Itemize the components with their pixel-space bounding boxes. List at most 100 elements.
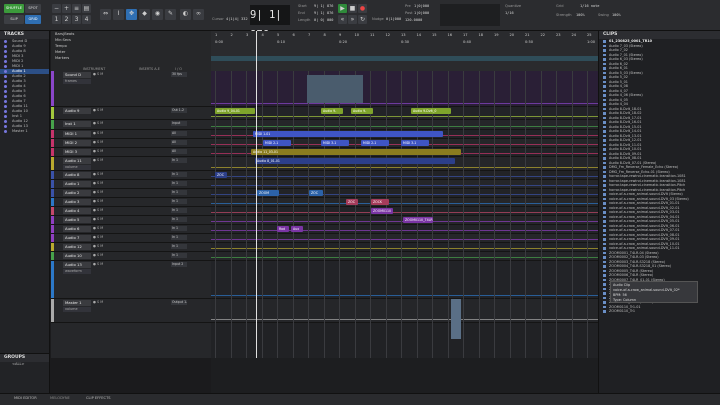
track-header[interactable]: Inst 1 ● S M Input <box>51 120 211 130</box>
post-roll-value[interactable]: 1|0|000 <box>414 11 429 15</box>
track-header[interactable]: MIDI 2 ● S M All <box>51 139 211 148</box>
track-rec-solo-mute-icons[interactable]: ● S M <box>93 253 103 257</box>
region-clip[interactable]: ZOOM <box>257 190 279 196</box>
waveform-zoom-icon[interactable]: ≡ <box>72 4 81 13</box>
track-rec-solo-mute-icons[interactable]: ● S M <box>93 190 103 194</box>
tempo-value[interactable]: 120.0000 <box>405 18 422 22</box>
tab-melodyne[interactable]: MELODYNE <box>50 396 70 400</box>
grid-mode-button[interactable]: GRID <box>25 15 41 24</box>
region-clip[interactable]: Audio 9_04-01 <box>215 108 255 114</box>
start-value[interactable]: 9| 1| 876 <box>314 4 333 8</box>
midi-zoom-icon[interactable]: ▤ <box>82 4 91 13</box>
track-name[interactable]: Sound D <box>63 72 91 78</box>
track-rec-solo-mute-icons[interactable]: ● S M <box>93 131 103 135</box>
track-header[interactable]: Audio 6 ● S M In 1 <box>51 225 211 234</box>
track-header[interactable]: Audio 10 ● S M In 1 <box>51 252 211 261</box>
zoom-in-icon[interactable]: + <box>62 4 71 13</box>
track-name[interactable]: Audio 11 <box>63 158 91 164</box>
region-clip[interactable]: MIDI 1-01 <box>253 131 443 137</box>
track-header[interactable]: Master 1● S Mvolume Output 1-2 <box>51 299 211 323</box>
track-rec-solo-mute-icons[interactable]: ● S M <box>93 181 103 185</box>
strength-value[interactable]: 100% <box>576 13 585 17</box>
track-io-selector[interactable]: In 1 <box>171 226 187 231</box>
track-header[interactable]: MIDI 3 ● S M All <box>51 148 211 157</box>
ruler-label[interactable]: Markers <box>55 55 69 62</box>
region-clip[interactable]: ZOC <box>215 172 227 178</box>
track-io-selector[interactable]: All <box>171 140 187 145</box>
rewind-icon[interactable]: « <box>338 15 347 24</box>
region-clip[interactable]: Rod <box>277 226 289 232</box>
zoom-out-icon[interactable]: − <box>52 4 61 13</box>
edit-window[interactable]: Audio 9_04-01 Audio 9- Audio 9- Audio 9-Dvl… <box>211 71 598 358</box>
stop-icon[interactable]: ■ <box>348 4 357 13</box>
track-rec-solo-mute-icons[interactable]: ● S M <box>93 300 103 304</box>
length-value[interactable]: 0| 0| 000 <box>314 18 333 22</box>
track-name[interactable]: Audio 5 <box>63 217 91 223</box>
grabber-tool-icon[interactable]: ✥ <box>126 9 137 20</box>
tab-clip-effects[interactable]: CLIP EFFECTS <box>86 396 111 400</box>
shuffle-mode-button[interactable]: SHUFFLE <box>4 4 24 13</box>
trim-tool-icon[interactable]: ⇔ <box>100 9 111 20</box>
selector-tool-icon[interactable]: I <box>113 9 124 20</box>
track-io-selector[interactable]: In 1 <box>171 199 187 204</box>
track-name[interactable]: Audio 12 <box>63 244 91 250</box>
region-clip[interactable]: Audio 9-Dvlt_0 <box>411 108 451 114</box>
track-name[interactable]: Audio 1 <box>63 181 91 187</box>
track-io-selector[interactable]: In 1 <box>171 158 187 163</box>
region-clip[interactable]: MIDI 3-1 <box>401 140 429 146</box>
track-io-selector[interactable]: Output 1-2 <box>171 300 187 305</box>
region-clip[interactable]: ZOOM0110 <box>371 208 393 214</box>
track-io-selector[interactable]: In 1 <box>171 253 187 258</box>
track-header[interactable]: Audio 8 ● S M In 1 <box>51 171 211 180</box>
track-io-selector[interactable]: In 1 <box>171 181 187 186</box>
track-io-selector[interactable]: In 1 <box>171 208 187 213</box>
track-view-selector[interactable]: volume <box>63 307 91 312</box>
track-rec-solo-mute-icons[interactable]: ● S M <box>93 208 103 212</box>
track-io-selector[interactable]: All <box>171 149 187 154</box>
link-icon[interactable]: ∞ <box>193 9 204 20</box>
play-icon[interactable]: ▶ <box>338 4 347 13</box>
region-clip[interactable]: Aux <box>291 226 303 232</box>
track-rec-solo-mute-icons[interactable]: ● S M <box>93 108 103 112</box>
track-io-selector[interactable]: 30 fps <box>171 72 187 77</box>
region-clip[interactable]: MIDI 2-1 <box>361 140 389 146</box>
track-header[interactable]: Audio 7 ● S M In 1 <box>51 234 211 243</box>
track-rec-solo-mute-icons[interactable]: ● S M <box>93 235 103 239</box>
track-name[interactable]: Audio 10 <box>63 253 91 259</box>
pre-roll-value[interactable]: 1|0|000 <box>414 4 429 8</box>
scrubber-tool-icon[interactable]: ◉ <box>152 9 163 20</box>
preset-4-icon[interactable]: 4 <box>82 15 91 24</box>
track-io-selector[interactable]: In 1 <box>171 190 187 195</box>
track-header[interactable]: Audio 4 ● S M In 1 <box>51 207 211 216</box>
track-view-selector[interactable]: frames <box>63 79 91 84</box>
track-name[interactable]: MIDI 2 <box>63 140 91 146</box>
track-view-selector[interactable]: volume <box>63 165 91 170</box>
pencil-tool-icon[interactable]: ✎ <box>165 9 176 20</box>
nudge-value[interactable]: 0|1|000 <box>386 17 401 21</box>
tracks-list-item[interactable]: Master 1 <box>0 129 49 134</box>
region-clip[interactable]: ZOC <box>309 190 323 196</box>
slip-mode-button[interactable]: SLIP <box>4 15 24 24</box>
track-rec-solo-mute-icons[interactable]: ● S M <box>93 262 103 266</box>
track-header[interactable]: Audio 13 ● S Mwaveform Input 2 <box>51 261 211 299</box>
track-io-selector[interactable]: Out 1-2 <box>171 108 187 113</box>
clip-list-item[interactable]: ZOOM0110_Tr1 <box>599 309 720 314</box>
track-name[interactable]: MIDI 1 <box>63 131 91 137</box>
track-header[interactable]: MIDI 1 ● S M All <box>51 130 211 139</box>
track-rec-solo-mute-icons[interactable]: ● S M <box>93 158 103 162</box>
timeline-ruler[interactable]: 1 2 3 4 5 6 7 8 9 10 11 12 13 14 15 16 17 18 19 20 21 22 23 24 2… <box>211 31 598 71</box>
track-io-selector[interactable]: Input 2 <box>171 262 187 267</box>
track-header[interactable]: Audio 1 ● S M In 1 <box>51 180 211 189</box>
track-rec-solo-mute-icons[interactable]: ● S M <box>93 140 103 144</box>
swing-value[interactable]: 100% <box>612 13 621 17</box>
end-value[interactable]: 9| 1| 876 <box>314 11 333 15</box>
preset-3-icon[interactable]: 3 <box>72 15 81 24</box>
track-name[interactable]: Audio 8 <box>63 172 91 178</box>
track-rec-solo-mute-icons[interactable]: ● S M <box>93 149 103 153</box>
region-clip[interactable]: MIDI 3-1 <box>321 140 349 146</box>
track-rec-solo-mute-icons[interactable]: ● S M <box>93 172 103 176</box>
tempo-lane[interactable] <box>211 56 598 61</box>
track-header[interactable]: Sound D ● S Mframes 30 fps <box>51 71 211 107</box>
record-icon[interactable]: ● <box>358 4 367 13</box>
track-name[interactable]: Audio 9 <box>63 108 91 114</box>
